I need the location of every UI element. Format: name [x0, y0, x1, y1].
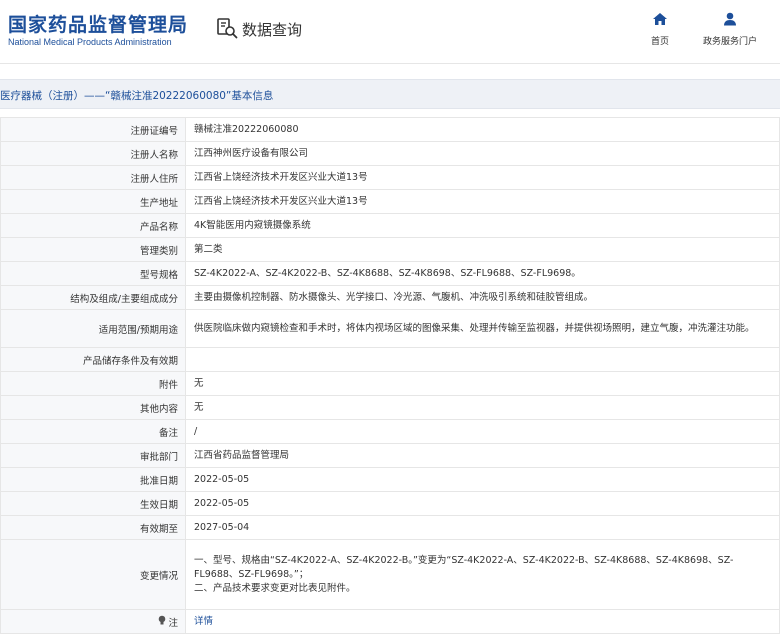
field-label: 审批部门	[0, 443, 186, 468]
bulb-icon	[158, 615, 166, 628]
field-value: 4K智能医用内窥镜摄像系统	[185, 213, 780, 238]
user-icon	[722, 12, 738, 29]
change-line-2: 二、产品技术要求变更对比表见附件。	[194, 582, 356, 594]
field-label: 管理类别	[0, 237, 186, 262]
field-label: 变更情况	[0, 539, 186, 610]
change-line-1: 一、型号、规格由“SZ-4K2022-A、SZ-4K2022-B。”变更为“SZ…	[194, 554, 734, 580]
field-label: 附件	[0, 371, 186, 396]
record-title-bar: 医疗器械（注册）——“赣械注准20222060080”基本信息	[0, 79, 780, 109]
table-row: 注册证编号 赣械注准20222060080	[0, 117, 780, 142]
field-value: 第二类	[185, 237, 780, 262]
field-label: 产品储存条件及有效期	[0, 347, 186, 372]
table-row: 管理类别 第二类	[0, 237, 780, 262]
record-title: 医疗器械（注册）——“赣械注准20222060080”基本信息	[0, 90, 274, 102]
table-row: 注册人住所 江西省上饶经济技术开发区兴业大道13号	[0, 165, 780, 190]
table-row: 产品名称 4K智能医用内窥镜摄像系统	[0, 213, 780, 238]
field-label: 注册人名称	[0, 141, 186, 166]
detail-table: 注册证编号 赣械注准20222060080 注册人名称 江西神州医疗设备有限公司 注…	[0, 117, 780, 634]
field-label: 型号规格	[0, 261, 186, 286]
site-header: 国家药品监督管理局 National Medical Products Admi…	[0, 0, 780, 64]
data-query-label: 数据查询	[242, 21, 303, 39]
field-label: 注册人住所	[0, 165, 186, 190]
table-row: 有效期至 2027-05-04	[0, 515, 780, 540]
field-label: 产品名称	[0, 213, 186, 238]
field-value: 主要由摄像机控制器、防水摄像头、光学接口、冷光源、气腹机、冲洗吸引系统和硅胶管组…	[185, 285, 780, 310]
field-value: /	[185, 419, 780, 444]
field-label: 生效日期	[0, 491, 186, 516]
field-value: 2022-05-05	[185, 467, 780, 492]
field-value: 一、型号、规格由“SZ-4K2022-A、SZ-4K2022-B。”变更为“SZ…	[185, 539, 780, 610]
table-row: 生产地址 江西省上饶经济技术开发区兴业大道13号	[0, 189, 780, 214]
details-link[interactable]: 详情	[194, 616, 213, 627]
note-label: 注	[168, 617, 178, 629]
note-key: 注	[158, 615, 178, 629]
field-label: 结构及组成/主要组成成分	[0, 285, 186, 310]
field-value: 赣械注准20222060080	[185, 117, 780, 142]
table-row: 结构及组成/主要组成成分 主要由摄像机控制器、防水摄像头、光学接口、冷光源、气腹机…	[0, 285, 780, 310]
table-row: 生效日期 2022-05-05	[0, 491, 780, 516]
field-value: 江西神州医疗设备有限公司	[185, 141, 780, 166]
nav-service-label: 政务服务门户	[703, 37, 758, 47]
field-label: 注册证编号	[0, 117, 186, 142]
field-value: SZ-4K2022-A、SZ-4K2022-B、SZ-4K8688、SZ-4K8…	[185, 261, 780, 286]
field-label: 生产地址	[0, 189, 186, 214]
table-row: 其他内容无	[0, 395, 780, 420]
nav-home[interactable]: 首页	[651, 12, 669, 47]
data-query-link[interactable]: 数据查询	[216, 17, 302, 42]
home-icon	[652, 12, 668, 29]
table-row: 适用范围/预期用途 供医院临床做内窥镜检查和手术时，将体内视场区域的图像采集、处理…	[0, 309, 780, 348]
field-label: 适用范围/预期用途	[0, 309, 186, 348]
field-value: 无	[185, 371, 780, 396]
field-value: 2022-05-05	[185, 491, 780, 516]
field-label: 备注	[0, 419, 186, 444]
nav-service-portal[interactable]: 政务服务门户	[703, 12, 757, 47]
field-value: 无	[185, 395, 780, 420]
table-row: 审批部门 江西省药品监督管理局	[0, 443, 780, 468]
field-value: 江西省上饶经济技术开发区兴业大道13号	[185, 189, 780, 214]
field-label: 批准日期	[0, 467, 186, 492]
field-label: 其他内容	[0, 395, 186, 420]
nav-home-label: 首页	[651, 37, 670, 47]
table-row: 产品储存条件及有效期	[0, 347, 780, 372]
data-search-icon	[216, 17, 238, 42]
logo-title[interactable]: 国家药品监督管理局	[8, 10, 188, 37]
table-row: 注册人名称 江西神州医疗设备有限公司	[0, 141, 780, 166]
table-row: 批准日期 2022-05-05	[0, 467, 780, 492]
logo-subtitle: National Medical Products Administration	[8, 37, 172, 47]
field-value: 江西省药品监督管理局	[185, 443, 780, 468]
field-label: 有效期至	[0, 515, 186, 540]
table-row: 备注 /	[0, 419, 780, 444]
field-value: 2027-05-04	[185, 515, 780, 540]
field-value: 江西省上饶经济技术开发区兴业大道13号	[185, 165, 780, 190]
table-row: 附件无	[0, 371, 780, 396]
table-row: 变更情况 一、型号、规格由“SZ-4K2022-A、SZ-4K2022-B。”变…	[0, 539, 780, 610]
field-value: 供医院临床做内窥镜检查和手术时，将体内视场区域的图像采集、处理并传输至监视器，并…	[185, 309, 780, 348]
field-value	[185, 347, 780, 372]
table-row: 型号规格 SZ-4K2022-A、SZ-4K2022-B、SZ-4K8688、SZ…	[0, 261, 780, 286]
